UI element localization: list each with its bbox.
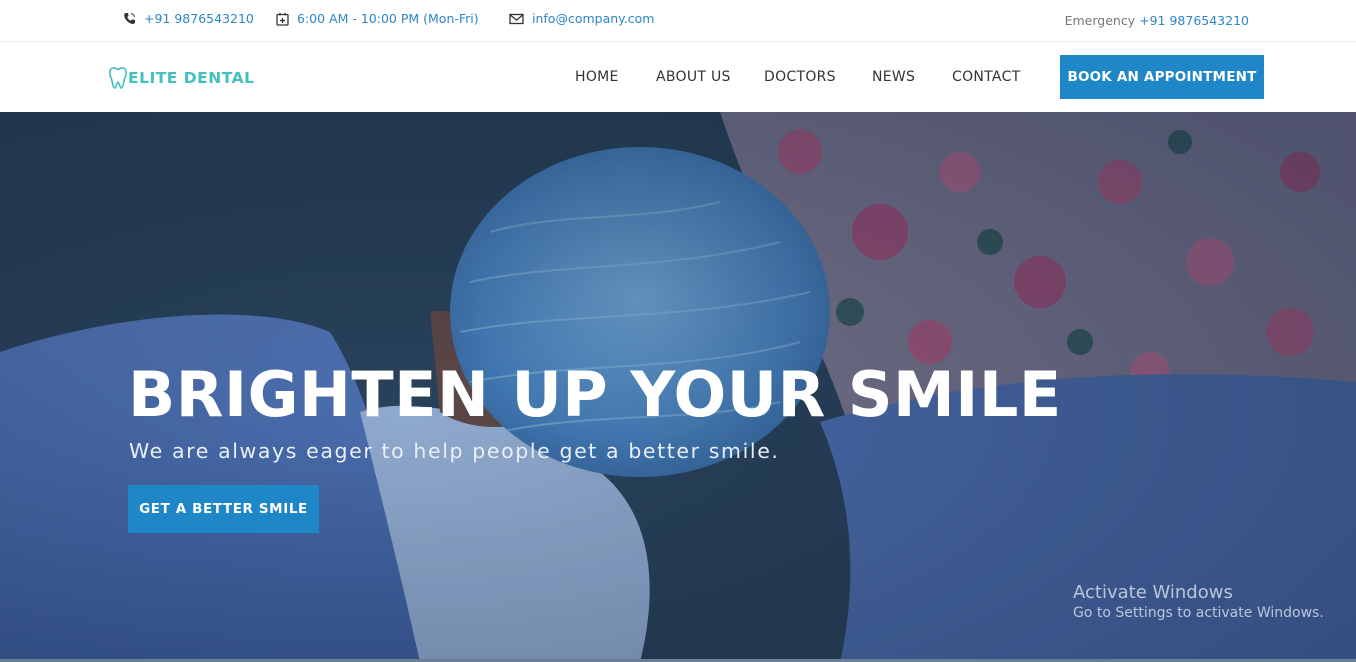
watermark-subtitle: Go to Settings to activate Windows. xyxy=(1073,605,1324,621)
nav-contact[interactable]: CONTACT xyxy=(952,69,1021,85)
tooth-icon xyxy=(109,67,127,89)
emergency-label: Emergency xyxy=(1064,13,1136,28)
email-contact[interactable]: info@company.com xyxy=(509,11,654,26)
phone-icon xyxy=(124,12,135,24)
watermark-title: Activate Windows xyxy=(1073,582,1233,603)
hours-text: 6:00 AM - 10:00 PM (Mon-Fri) xyxy=(297,11,479,26)
email-link[interactable]: info@company.com xyxy=(532,11,654,26)
get-better-smile-button[interactable]: GET A BETTER SMILE xyxy=(128,485,319,533)
nav-doctors[interactable]: DOCTORS xyxy=(764,69,836,85)
top-info-bar: +91 9876543210 6:00 AM - 10:00 PM (Mon-F… xyxy=(0,0,1356,42)
hours-info: 6:00 AM - 10:00 PM (Mon-Fri) xyxy=(276,11,479,26)
windows-activation-watermark: Activate Windows Go to Settings to activ… xyxy=(1073,582,1324,621)
nav-about-us[interactable]: ABOUT US xyxy=(656,69,731,85)
emergency-contact: Emergency +91 9876543210 xyxy=(1065,13,1249,28)
nav-news[interactable]: NEWS xyxy=(872,69,915,85)
main-navbar: ELITE DENTAL HOME ABOUT US DOCTORS NEWS … xyxy=(0,42,1356,112)
mail-icon xyxy=(509,13,524,24)
emergency-phone[interactable]: +91 9876543210 xyxy=(1139,13,1249,28)
logo-text: ELITE DENTAL xyxy=(128,69,255,87)
hero-subtitle: We are always eager to help people get a… xyxy=(129,439,780,463)
book-appointment-button[interactable]: BOOK AN APPOINTMENT xyxy=(1060,55,1264,99)
hero-section: BRIGHTEN UP YOUR SMILE We are always eag… xyxy=(0,112,1356,662)
phone-number[interactable]: +91 9876543210 xyxy=(144,11,254,26)
phone-contact[interactable]: +91 9876543210 xyxy=(123,11,254,26)
nav-home[interactable]: HOME xyxy=(575,69,619,85)
hero-title: BRIGHTEN UP YOUR SMILE xyxy=(128,358,1062,431)
calendar-icon xyxy=(276,12,289,26)
logo[interactable]: ELITE DENTAL xyxy=(108,66,254,90)
